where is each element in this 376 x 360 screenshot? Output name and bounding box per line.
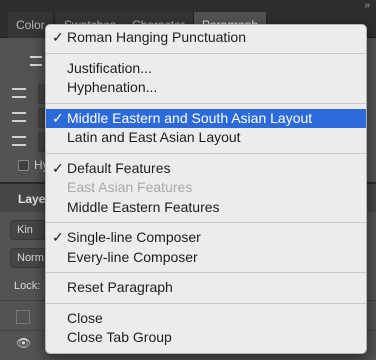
- menu-item-middle-eastern-features[interactable]: Middle Eastern Features: [46, 198, 366, 218]
- menu-item-middle-eastern-and-south-asian-layout[interactable]: ✓ Middle Eastern and South Asian Layout: [46, 108, 366, 128]
- menu-separator: [46, 52, 366, 54]
- menu-item-hyphenation[interactable]: Hyphenation...: [46, 78, 366, 98]
- menu-item-label: Justification...: [67, 59, 152, 76]
- menu-item-label: Hyphenation...: [67, 79, 158, 95]
- eye-icon[interactable]: 👁: [16, 336, 31, 350]
- paragraph-panel-menu: ✓ Roman Hanging Punctuation Justification.…: [45, 24, 367, 354]
- menu-item-every-line-composer[interactable]: Every-line Composer: [46, 248, 366, 268]
- indent-first-line-row: [12, 108, 52, 128]
- menu-item-default-features[interactable]: ✓ Default Features: [46, 159, 366, 179]
- layer-kind-filter[interactable]: Kin: [10, 220, 50, 240]
- menu-item-label: Latin and East Asian Layout: [67, 129, 241, 145]
- menu-item-roman-hanging-punctuation[interactable]: ✓ Roman Hanging Punctuation: [46, 28, 366, 48]
- collapse-panels-icon[interactable]: »: [364, 0, 370, 11]
- menu-separator: [46, 102, 366, 104]
- menu-item-label: Middle Eastern and South Asian Layout: [67, 109, 313, 126]
- menu-item-east-asian-features: East Asian Features: [46, 178, 366, 198]
- indent-left-row: [12, 84, 52, 104]
- menu-separator: [46, 152, 366, 154]
- align-left-icon[interactable]: [30, 56, 42, 66]
- menu-separator: [46, 302, 366, 304]
- checkmark-icon: ✓: [52, 229, 64, 245]
- menu-item-label: East Asian Features: [67, 179, 193, 195]
- menu-item-label: Default Features: [67, 159, 171, 176]
- space-before-row: [12, 132, 52, 152]
- menu-item-label: Close Tab Group: [67, 329, 172, 345]
- menu-separator: [46, 272, 366, 273]
- menu-item-label: Middle Eastern Features: [67, 198, 220, 215]
- menu-item-reset-paragraph[interactable]: Reset Paragraph: [46, 278, 366, 298]
- menu-item-label: Reset Paragraph: [67, 279, 173, 295]
- blend-mode-select[interactable]: Norm: [10, 248, 50, 268]
- menu-item-single-line-composer[interactable]: ✓ Single-line Composer: [46, 228, 366, 248]
- menu-item-label: Close: [67, 309, 103, 326]
- checkmark-icon: ✓: [52, 29, 64, 45]
- menu-item-close[interactable]: Close: [46, 309, 366, 329]
- hyphenate-checkbox[interactable]: [18, 160, 29, 171]
- space-before-icon: [12, 136, 26, 146]
- menu-item-label: Roman Hanging Punctuation: [67, 29, 247, 45]
- menu-item-label: Every-line Composer: [67, 248, 198, 265]
- lock-label: Lock:: [14, 280, 41, 292]
- layer-visibility-box[interactable]: [16, 310, 30, 324]
- indent-first-line-icon: [12, 112, 26, 122]
- menu-item-label: Single-line Composer: [67, 229, 201, 245]
- checkmark-icon: ✓: [52, 109, 64, 126]
- menu-separator: [46, 222, 366, 223]
- menu-item-latin-and-east-asian-layout[interactable]: Latin and East Asian Layout: [46, 128, 366, 148]
- menu-item-justification[interactable]: Justification...: [46, 59, 366, 79]
- indent-left-icon: [12, 88, 26, 98]
- checkmark-icon: ✓: [52, 159, 64, 176]
- menu-item-close-tab-group[interactable]: Close Tab Group: [46, 328, 366, 348]
